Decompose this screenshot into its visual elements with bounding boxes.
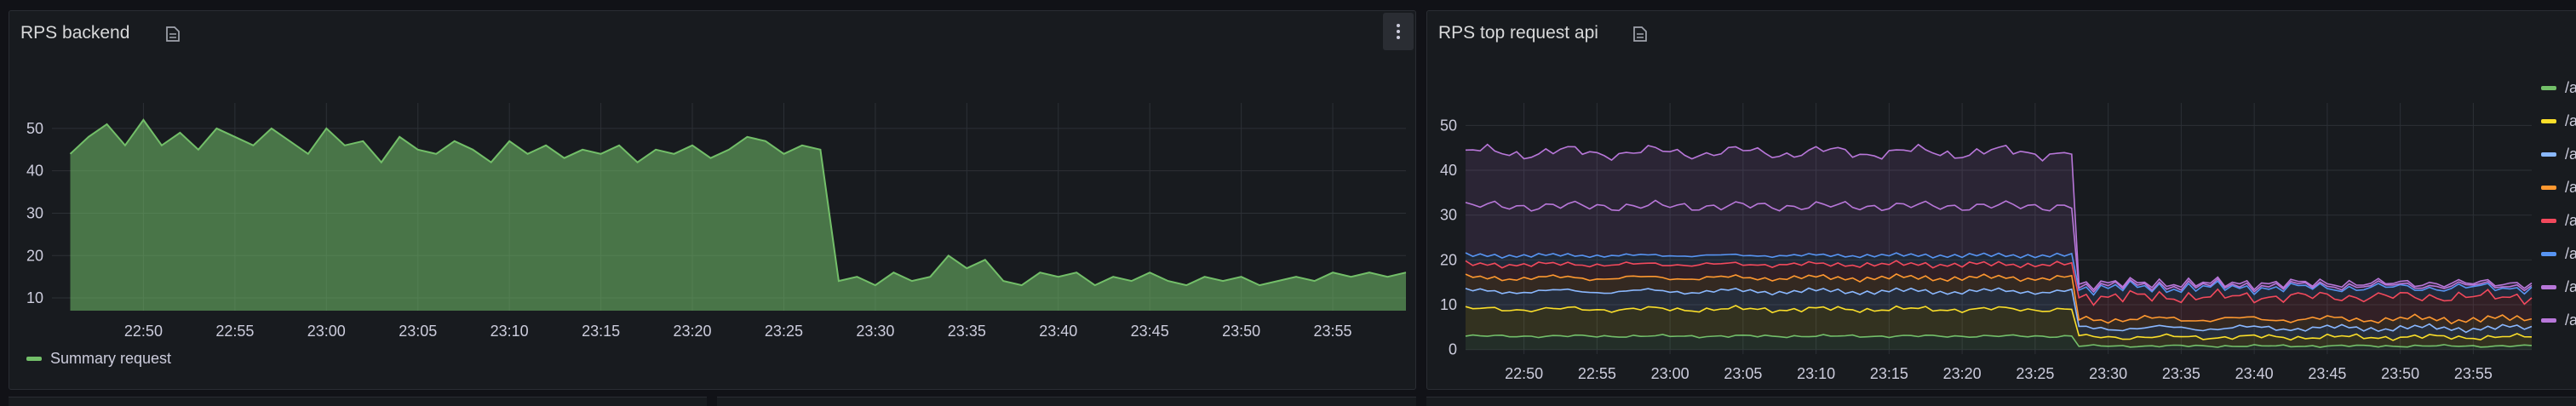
panel-bottom-right bbox=[1426, 397, 2576, 406]
legend-swatch bbox=[2541, 219, 2556, 223]
x-tick-label: 23:00 bbox=[307, 323, 346, 340]
legend-label: /a bbox=[2565, 179, 2576, 196]
legend-label: /a bbox=[2565, 245, 2576, 262]
x-tick-label: 22:50 bbox=[1505, 365, 1543, 382]
legend-label: /a bbox=[2565, 146, 2576, 163]
legend-label: /a bbox=[2565, 79, 2576, 96]
y-tick-label: 20 bbox=[1440, 251, 1457, 268]
legend-swatch bbox=[26, 357, 42, 361]
x-tick-label: 23:30 bbox=[2089, 365, 2127, 382]
legend-swatch bbox=[2541, 318, 2556, 323]
x-tick-label: 23:15 bbox=[1870, 365, 1908, 382]
x-tick-label: 23:25 bbox=[2016, 365, 2054, 382]
rps-top-request-api-chart[interactable]: 0 10 20 30 40 50 22:50 22:55 23:00 23:05 23:10 23:1… bbox=[1427, 11, 2576, 391]
x-tick-label: 23:15 bbox=[582, 323, 620, 340]
x-tick-label: 23:20 bbox=[674, 323, 712, 340]
x-tick-label: 23:55 bbox=[2454, 365, 2493, 382]
x-tick-label: 23:35 bbox=[948, 323, 986, 340]
x-tick-label: 23:45 bbox=[2308, 365, 2346, 382]
legend-label: Summary request bbox=[50, 350, 172, 367]
legend-label: /a bbox=[2565, 112, 2576, 129]
x-tick-label: 23:00 bbox=[1651, 365, 1690, 382]
x-tick-label: 22:50 bbox=[124, 323, 163, 340]
legend-swatch bbox=[2541, 119, 2556, 123]
x-tick-label: 23:50 bbox=[1222, 323, 1260, 340]
legend-swatch bbox=[2541, 186, 2556, 190]
legend-item-summary-request[interactable]: Summary request bbox=[26, 350, 171, 368]
x-tick-label: 23:40 bbox=[1039, 323, 1077, 340]
x-tick-label: 23:05 bbox=[399, 323, 437, 340]
panel-bottom-left-1 bbox=[9, 397, 707, 406]
x-tick-label: 22:55 bbox=[1578, 365, 1616, 382]
y-tick-label: 20 bbox=[26, 247, 43, 264]
series-area-summary-request bbox=[70, 119, 1407, 311]
legend-swatch bbox=[2541, 152, 2556, 157]
x-tick-label: 23:30 bbox=[856, 323, 894, 340]
legend-swatch bbox=[2541, 252, 2556, 256]
legend-label: /a bbox=[2565, 278, 2576, 295]
y-tick-label: 10 bbox=[1440, 296, 1457, 313]
y-tick-label: 40 bbox=[26, 163, 43, 180]
x-tick-label: 23:10 bbox=[491, 323, 529, 340]
legend-label: /a bbox=[2565, 312, 2576, 329]
x-tick-label: 23:35 bbox=[2162, 365, 2200, 382]
x-tick-label: 23:55 bbox=[1314, 323, 1352, 340]
panel-rps-top-request-api: RPS top request api 0 10 20 30 40 50 22:50 22:5… bbox=[1426, 10, 2576, 390]
x-tick-label: 23:40 bbox=[2235, 365, 2274, 382]
legend-item[interactable]: /a bbox=[2541, 278, 2576, 296]
legend-item[interactable]: /a bbox=[2541, 179, 2576, 197]
legend-item[interactable]: /a bbox=[2541, 312, 2576, 329]
x-tick-label: 22:55 bbox=[215, 323, 254, 340]
y-tick-label: 40 bbox=[1440, 162, 1457, 179]
legend-item[interactable]: /a bbox=[2541, 79, 2576, 97]
y-tick-label: 30 bbox=[26, 204, 43, 221]
x-tick-label: 23:25 bbox=[765, 323, 803, 340]
x-tick-label: 23:10 bbox=[1797, 365, 1835, 382]
panel-rps-backend: RPS backend 10 20 30 40 50 22:50 22:55 23:00 23:… bbox=[9, 10, 1416, 390]
legend-label: /a bbox=[2565, 212, 2576, 229]
legend-swatch bbox=[2541, 285, 2556, 289]
legend-item[interactable]: /a bbox=[2541, 212, 2576, 230]
x-tick-label: 23:20 bbox=[1943, 365, 1982, 382]
legend: /a /a /a /a /a /a /a /a bbox=[2541, 79, 2576, 329]
x-tick-label: 23:05 bbox=[1724, 365, 1762, 382]
rps-backend-chart[interactable]: 10 20 30 40 50 22:50 22:55 23:00 23:05 23:10 23:15… bbox=[9, 11, 1417, 352]
y-tick-label: 50 bbox=[1440, 117, 1457, 134]
panel-bottom-left-2 bbox=[717, 397, 1416, 406]
y-tick-label: 10 bbox=[26, 289, 43, 306]
legend-item[interactable]: /a bbox=[2541, 245, 2576, 263]
y-tick-label: 30 bbox=[1440, 207, 1457, 224]
x-tick-label: 23:45 bbox=[1131, 323, 1169, 340]
legend-item[interactable]: /a bbox=[2541, 146, 2576, 163]
x-tick-label: 23:50 bbox=[2381, 365, 2419, 382]
legend-item[interactable]: /a bbox=[2541, 112, 2576, 130]
y-tick-label: 50 bbox=[26, 120, 43, 137]
y-tick-label: 0 bbox=[1449, 341, 1457, 358]
legend-swatch bbox=[2541, 86, 2556, 90]
